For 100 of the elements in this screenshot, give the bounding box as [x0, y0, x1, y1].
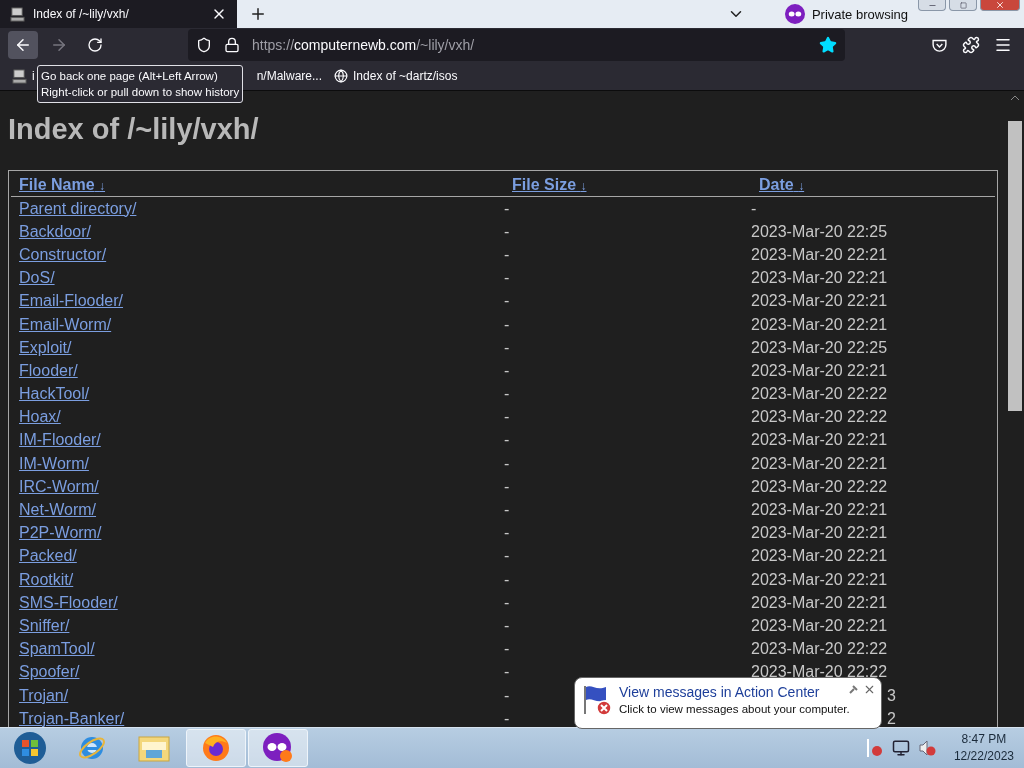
date-cell: 2023-Mar-20 22:21	[751, 361, 888, 380]
private-mask-icon	[784, 4, 805, 24]
date-cell: 2023-Mar-20 22:21	[751, 501, 888, 520]
date-cell: 2023-Mar-20 22:21	[751, 593, 888, 612]
directory-link[interactable]: Email-Flooder/	[19, 292, 124, 311]
directory-link[interactable]: SMS-Flooder/	[19, 593, 118, 612]
date-cell: -	[751, 199, 757, 218]
fox-globe-icon	[201, 733, 231, 763]
size-cell: -	[504, 454, 510, 473]
date-cell: 2023-Mar-20 22:21	[751, 315, 888, 334]
date-cell: 2023-Mar-20 22:21	[751, 431, 888, 450]
size-cell: -	[504, 431, 510, 450]
size-cell: -	[504, 408, 510, 427]
address-bar[interactable]: https://computernewb.com/~lily/vxh/	[188, 29, 845, 61]
restore-icon	[959, 1, 967, 9]
date-cell: 2023-Mar-20 22:21	[751, 454, 888, 473]
scroll-up-icon[interactable]	[1010, 95, 1020, 101]
directory-link[interactable]: Trojan-Banker/	[19, 709, 125, 727]
size-cell: -	[504, 593, 510, 612]
notification-toast[interactable]: View messages in Action Center Click to view messages about your computer.	[574, 677, 882, 729]
new-tab-button[interactable]	[249, 5, 267, 23]
tab-title: Index of /~lily/vxh/	[33, 7, 130, 21]
taskbar-app-button[interactable]	[248, 729, 308, 767]
directory-link[interactable]: Email-Worm/	[19, 315, 112, 334]
bookmark-item[interactable]: i	[12, 68, 35, 84]
size-cell: -	[504, 640, 510, 659]
folder-icon	[138, 734, 170, 762]
size-cell: -	[504, 338, 510, 357]
page-title: Index of /~lily/vxh/	[8, 113, 260, 146]
date-cell: 2023-Mar-20 22:21	[751, 570, 888, 589]
notification-text: Click to view messages about your computer.	[619, 703, 850, 715]
date-cell: 2023-Mar-20 22:21	[751, 292, 888, 311]
scroll-thumb[interactable]	[1008, 121, 1022, 411]
size-cell: -	[504, 269, 510, 288]
clock[interactable]: 8:47 PM 12/22/2023	[953, 731, 1014, 765]
pin-icon[interactable]	[849, 684, 859, 694]
close-icon	[863, 683, 876, 696]
directory-link[interactable]: Packed/	[19, 547, 77, 566]
bookmark-item[interactable]: n/Malware...	[256, 69, 323, 83]
date-cell: 2023-Mar-20 22:22	[751, 408, 888, 427]
directory-link[interactable]: Trojan/	[19, 686, 69, 705]
size-cell: -	[504, 616, 510, 635]
computer-icon	[12, 68, 27, 84]
size-cell: -	[504, 686, 510, 705]
directory-link[interactable]: Parent directory/	[19, 199, 137, 218]
column-header[interactable]: File Name ↓	[19, 175, 106, 194]
directory-link[interactable]: SpamTool/	[19, 640, 95, 659]
notification-title[interactable]: View messages in Action Center	[619, 684, 850, 700]
close-icon	[995, 0, 1005, 10]
date-cell: 2023-Mar-20 22:21	[751, 547, 888, 566]
directory-link[interactable]: DoS/	[19, 269, 55, 288]
speaker-icon[interactable]	[917, 739, 936, 757]
size-cell: -	[504, 570, 510, 589]
column-header[interactable]: Date ↓	[759, 175, 805, 194]
directory-link[interactable]: Net-Worm/	[19, 501, 97, 520]
directory-link[interactable]: Rootkit/	[19, 570, 74, 589]
directory-link[interactable]: Sniffer/	[19, 616, 70, 635]
date-cell: 2023-Mar-20 22:25	[751, 338, 888, 357]
extensions-button[interactable]	[962, 36, 980, 54]
bookmark-item[interactable]: Index of ~dartz/isos	[334, 69, 458, 83]
size-cell: -	[504, 547, 510, 566]
directory-link[interactable]: IM-Flooder/	[19, 431, 101, 450]
directory-link[interactable]: HackTool/	[19, 385, 90, 404]
date-cell: 2023-Mar-20 22:21	[751, 616, 888, 635]
directory-link[interactable]: IRC-Worm/	[19, 477, 99, 496]
menu-button[interactable]	[994, 36, 1012, 54]
directory-link[interactable]: P2P-Worm/	[19, 524, 102, 543]
directory-link[interactable]: Spoofer/	[19, 663, 80, 682]
directory-link[interactable]: Constructor/	[19, 245, 107, 264]
size-cell: -	[504, 663, 510, 682]
tooltip-line: Go back one page (Alt+Left Arrow)	[41, 69, 219, 84]
taskbar-app-button[interactable]	[186, 729, 246, 767]
puzzle-icon	[962, 36, 980, 54]
directory-link[interactable]: IM-Worm/	[19, 454, 89, 473]
date-cell: 3	[887, 686, 896, 705]
url-text: https://computernewb.com/~lily/vxh/	[252, 37, 476, 53]
size-cell: -	[504, 315, 510, 334]
size-cell: -	[504, 222, 510, 241]
date-cell: 2023-Mar-20 22:21	[751, 269, 888, 288]
date-cell: 2023-Mar-20 22:21	[751, 524, 888, 543]
date-cell: 2	[887, 709, 896, 727]
close-notification-button[interactable]	[863, 683, 876, 696]
size-cell: -	[504, 709, 510, 727]
computer-icon	[10, 6, 25, 22]
network-icon[interactable]	[891, 739, 910, 757]
size-cell: -	[504, 524, 510, 543]
bookmark-star-icon[interactable]	[819, 36, 837, 54]
directory-link[interactable]: Hoax/	[19, 408, 61, 427]
start-orb-icon	[13, 731, 47, 765]
arrow-right-icon	[50, 36, 68, 54]
size-cell: -	[504, 245, 510, 264]
shield-icon	[196, 37, 212, 53]
browser-tab[interactable]: Index of /~lily/vxh/	[0, 0, 237, 28]
directory-link[interactable]: Exploit/	[19, 338, 72, 357]
directory-link[interactable]: Backdoor/	[19, 222, 92, 241]
back-button[interactable]	[8, 31, 38, 59]
date-cell: 2023-Mar-20 22:22	[751, 385, 888, 404]
close-button[interactable]	[980, 0, 1020, 11]
column-header[interactable]: File Size ↓	[512, 175, 587, 194]
directory-link[interactable]: Flooder/	[19, 361, 78, 380]
